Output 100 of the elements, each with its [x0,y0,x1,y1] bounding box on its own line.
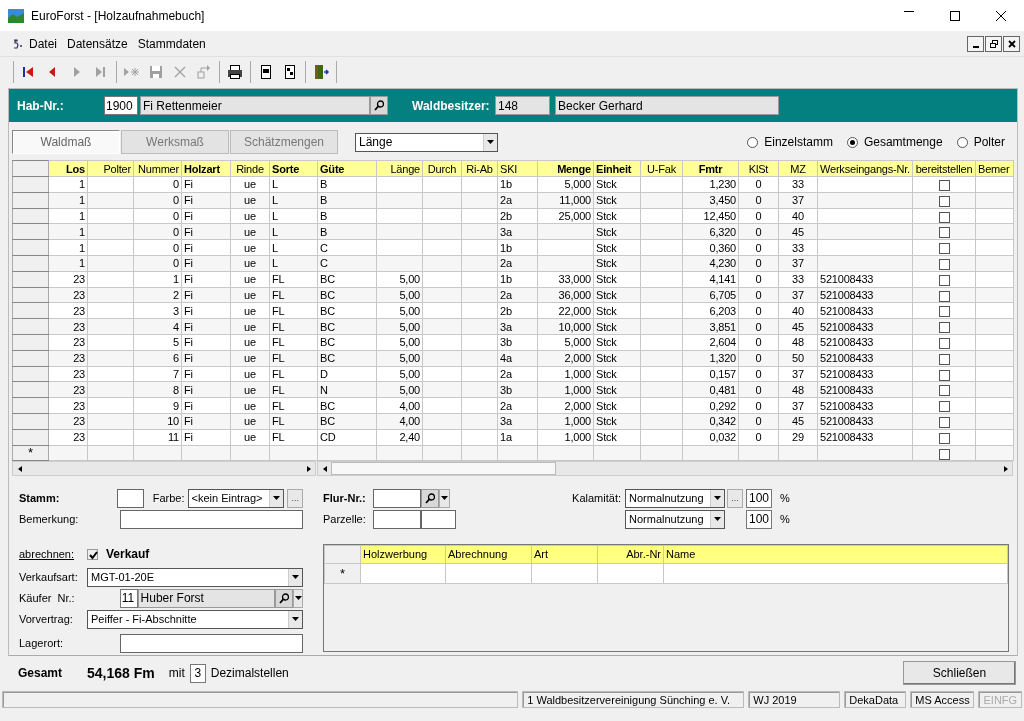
field-label: Flur-Nr.: [323,491,367,507]
menu-item[interactable]: Stammdaten [132,32,211,55]
total-label: Gesamt [18,665,64,683]
restore-button[interactable] [985,35,1002,52]
input-field[interactable]: 100 [746,488,772,508]
scrollbar-thumb[interactable] [331,462,556,476]
field-label: Bemerkung: [19,512,80,528]
caret-icon[interactable] [292,575,299,580]
dropdown-button[interactable] [293,588,303,608]
input-field[interactable] [116,488,144,508]
input-field[interactable]: 100 [746,509,772,529]
checkbox[interactable] [938,211,950,223]
checkbox[interactable] [938,353,950,365]
caret-icon[interactable] [487,140,494,144]
maximize-icon[interactable] [950,10,960,21]
input-field[interactable]: 3 [189,663,206,683]
checkbox[interactable] [938,227,950,239]
print-icon[interactable] [226,62,244,81]
checkbox-label: Verkauf [106,546,150,564]
tab[interactable]: Schätzmengen [230,130,338,154]
dropdown[interactable]: Peiffer - Fi-Abschnitte [87,609,303,629]
search-button[interactable] [275,588,294,608]
column-header: Nummer [133,160,182,177]
column-header: Holzart [181,160,231,177]
menu-item[interactable]: Datensätze [62,32,133,55]
dropdown[interactable]: MGT-01-20E [87,567,303,587]
input-field[interactable]: Huber Forst [137,588,276,608]
checkbox[interactable] [938,274,950,286]
input-field[interactable]: 1900 [104,96,138,115]
checkbox[interactable] [87,548,98,560]
dropdown[interactable]: Länge [355,132,498,152]
field-label: Käufer Nr.: [19,591,76,607]
close-icon[interactable] [996,10,1006,21]
checkbox[interactable] [938,195,950,207]
scroll-right-icon[interactable] [1002,464,1009,473]
caret-icon[interactable] [292,617,299,622]
input-field[interactable] [120,633,303,653]
column-header: Durch [422,160,462,177]
input-field[interactable] [373,488,421,508]
radio-button[interactable] [846,136,858,148]
checkbox[interactable] [938,385,950,397]
minimize-icon[interactable] [904,10,914,12]
abrechnen-link[interactable]: abrechnen: [19,546,87,563]
dropdown[interactable]: Normalnutzung [625,509,725,529]
tab[interactable]: Werksmaß [121,130,229,154]
radio-button[interactable] [956,136,968,148]
minimize-button[interactable] [967,35,984,52]
dropdown[interactable]: <kein Eintrag> [187,488,285,508]
search-button[interactable] [370,96,388,115]
caret-icon[interactable] [273,496,281,501]
input-field[interactable]: 148 [495,96,550,115]
column-header: Ri-Ab [461,160,498,177]
input-field[interactable]: 11 [119,588,138,608]
caret-icon[interactable] [714,517,721,522]
checkbox[interactable] [938,369,950,381]
column-header: U-Fak [640,160,683,177]
checkbox[interactable] [938,337,950,349]
menu-item[interactable]: Datei [24,32,62,55]
checkbox[interactable] [938,416,950,428]
exit-door-icon[interactable] [312,62,330,81]
close-button[interactable]: Schließen [903,661,1016,686]
column-header: Güte [317,160,377,177]
checkbox[interactable] [938,290,950,302]
dropdown-button[interactable] [439,488,450,508]
checkbox[interactable] [938,401,950,413]
input-field[interactable] [120,509,303,529]
scroll-left-icon[interactable] [16,464,23,473]
checkbox[interactable] [938,448,950,460]
input-field[interactable] [373,509,421,529]
checkbox[interactable] [938,258,950,270]
input-field[interactable]: Becker Gerhard [555,96,779,115]
scroll-right-icon[interactable] [305,464,312,473]
status-panel: MS Access [910,691,975,709]
new-row-marker: * [324,563,361,584]
checkbox[interactable] [938,432,950,444]
checkbox[interactable] [938,306,950,318]
more-button[interactable]: ... [287,488,303,508]
field-label: Kalamität: [571,491,621,507]
radio-button[interactable] [747,136,759,148]
checkbox[interactable] [938,180,950,191]
field-label: Verkaufsart: [19,570,79,586]
field-label: Stamm: [19,491,61,507]
caret-icon[interactable] [714,496,721,501]
tab[interactable]: Waldmaß [12,130,120,154]
more-button[interactable]: ... [727,488,743,508]
minimize-icon [972,45,979,48]
column-header: Fmtr [682,160,739,177]
column-header: Polter [87,160,134,177]
scroll-left-icon[interactable] [321,464,328,473]
search-button[interactable] [421,488,439,508]
input-field[interactable]: Fi Rettenmeier [140,96,370,115]
dropdown[interactable]: Normalnutzung [625,488,725,508]
checkbox[interactable] [938,243,950,255]
app-icon [8,8,24,23]
horizontal-scrollbar[interactable] [12,461,316,477]
field-label: mit [168,665,185,683]
input-field[interactable] [421,509,456,529]
close-button[interactable] [1003,35,1020,52]
horizontal-scrollbar[interactable] [317,461,1013,477]
checkbox[interactable] [938,322,950,334]
